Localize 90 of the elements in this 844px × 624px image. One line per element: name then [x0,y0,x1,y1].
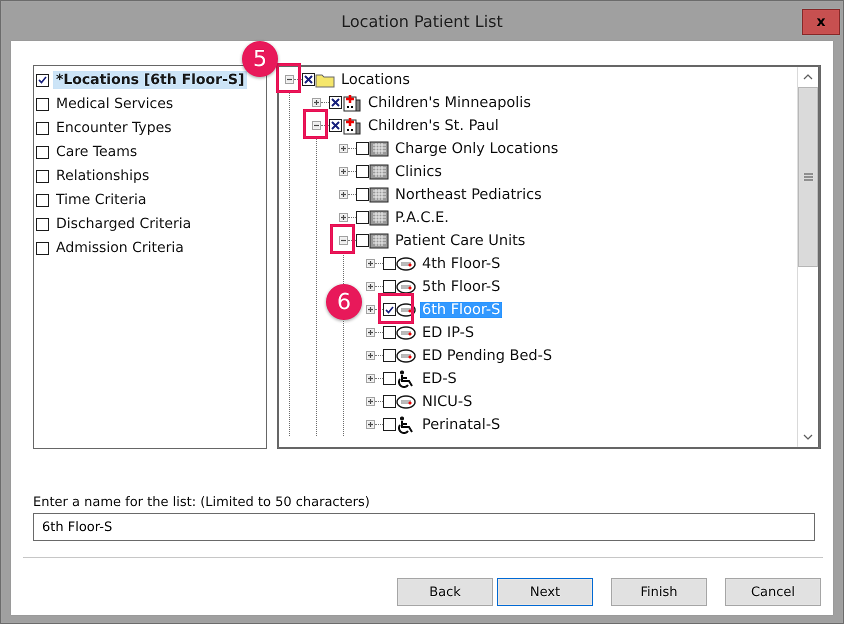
expand-icon[interactable] [339,144,348,153]
tree-checkbox[interactable] [383,349,396,362]
bed-icon [396,348,416,362]
collapse-icon[interactable] [285,75,294,84]
tree-item[interactable]: Clinics [393,164,444,180]
building-icon [369,186,389,203]
close-button[interactable]: x [802,9,840,35]
tree-checkbox[interactable] [383,326,396,339]
expand-icon[interactable] [366,420,375,429]
criteria-item[interactable]: Discharged Criteria [53,215,194,233]
building-icon [369,140,389,157]
building-icon [369,232,389,249]
building-icon [369,163,389,180]
expand-icon[interactable] [366,374,375,383]
dialog-button[interactable]: Finish [611,578,707,606]
tree-item[interactable]: ED-S [420,370,459,386]
window-title: Location Patient List [341,12,503,30]
criteria-checkbox[interactable] [36,218,49,230]
expand-icon[interactable] [366,259,375,268]
tree-item[interactable]: Locations [339,72,412,88]
dialog-button[interactable]: Back [397,578,493,606]
tree-checkbox[interactable] [383,395,396,408]
tree-item[interactable]: NICU-S [420,394,474,410]
tree-checkbox[interactable] [329,96,342,109]
hospital-icon [342,116,362,134]
tree-item[interactable]: Northeast Pediatrics [393,186,544,202]
tree-item[interactable]: Children's Minneapolis [366,94,533,110]
bed-icon [396,280,416,294]
scroll-up-icon[interactable] [803,74,813,80]
tree-item[interactable]: P.A.C.E. [393,210,451,226]
criteria-item[interactable]: Relationships [53,167,152,185]
expand-icon[interactable] [339,167,348,176]
expand-icon[interactable] [366,351,375,360]
criteria-item[interactable]: *Locations [6th Floor-S] [53,71,248,89]
tree-item[interactable]: Perinatal-S [420,416,502,432]
criteria-item[interactable]: Medical Services [53,95,176,113]
building-icon [369,209,389,226]
expand-icon[interactable] [366,282,375,291]
tree-checkbox[interactable] [329,119,342,132]
tree-item[interactable]: 5th Floor-S [420,278,502,294]
expand-icon[interactable] [339,213,348,222]
step-number: 6 [326,284,362,320]
tree-item[interactable]: ED IP-S [420,324,476,340]
criteria-item[interactable]: Care Teams [53,143,140,161]
expand-icon[interactable] [339,190,348,199]
tree-item[interactable]: Children's St. Paul [366,118,501,134]
collapse-icon[interactable] [339,236,348,245]
field-label: Enter a name for the list: (Limited to 50 characters) [33,495,371,510]
expand-icon[interactable] [366,305,375,314]
tree-item[interactable]: ED Pending Bed-S [420,348,554,364]
criteria-item[interactable]: Admission Criteria [53,239,187,257]
bed-icon [396,326,416,340]
tree-checkbox[interactable] [356,234,369,247]
tree-item[interactable]: Patient Care Units [393,232,528,248]
collapse-icon[interactable] [312,121,321,130]
expand-icon[interactable] [366,397,375,406]
tree-checkbox[interactable] [356,142,369,155]
tree-checkbox[interactable] [383,372,396,385]
tree-checkbox[interactable] [383,418,396,431]
criteria-checkbox[interactable] [36,194,49,206]
criteria-checkbox[interactable] [36,146,49,158]
scroll-down-icon[interactable] [803,434,813,440]
tree-checkbox[interactable] [356,211,369,224]
tree-item[interactable]: Charge Only Locations [393,140,560,156]
list-name-field[interactable]: 6th Floor-S [33,513,815,541]
tree-checkbox[interactable] [356,165,369,178]
tree-checkbox[interactable] [356,188,369,201]
tree-checkbox[interactable] [383,257,396,270]
expand-icon[interactable] [312,98,321,107]
expand-icon[interactable] [366,328,375,337]
tree-checkbox[interactable] [302,73,315,86]
scroll-thumb[interactable] [798,87,818,267]
hospital-icon [342,94,362,112]
criteria-checkbox[interactable] [36,122,49,134]
scrollbar[interactable] [797,67,818,447]
dialog-button[interactable]: Cancel [725,578,821,606]
bed-icon [396,256,416,270]
criteria-checkbox[interactable] [36,242,49,254]
tree-checkbox[interactable] [383,303,396,316]
dialog-button[interactable]: Next [497,578,593,606]
criteria-item[interactable]: Time Criteria [53,191,150,209]
criteria-checkbox[interactable] [36,98,49,110]
criteria-item[interactable]: Encounter Types [53,119,174,137]
tree-item[interactable]: 4th Floor-S [420,256,502,272]
bed-icon [396,394,416,408]
tree-checkbox[interactable] [383,280,396,293]
folder-icon [315,72,335,88]
criteria-checkbox[interactable] [36,74,49,86]
step-number: 5 [242,41,278,77]
criteria-checkbox[interactable] [36,170,49,182]
